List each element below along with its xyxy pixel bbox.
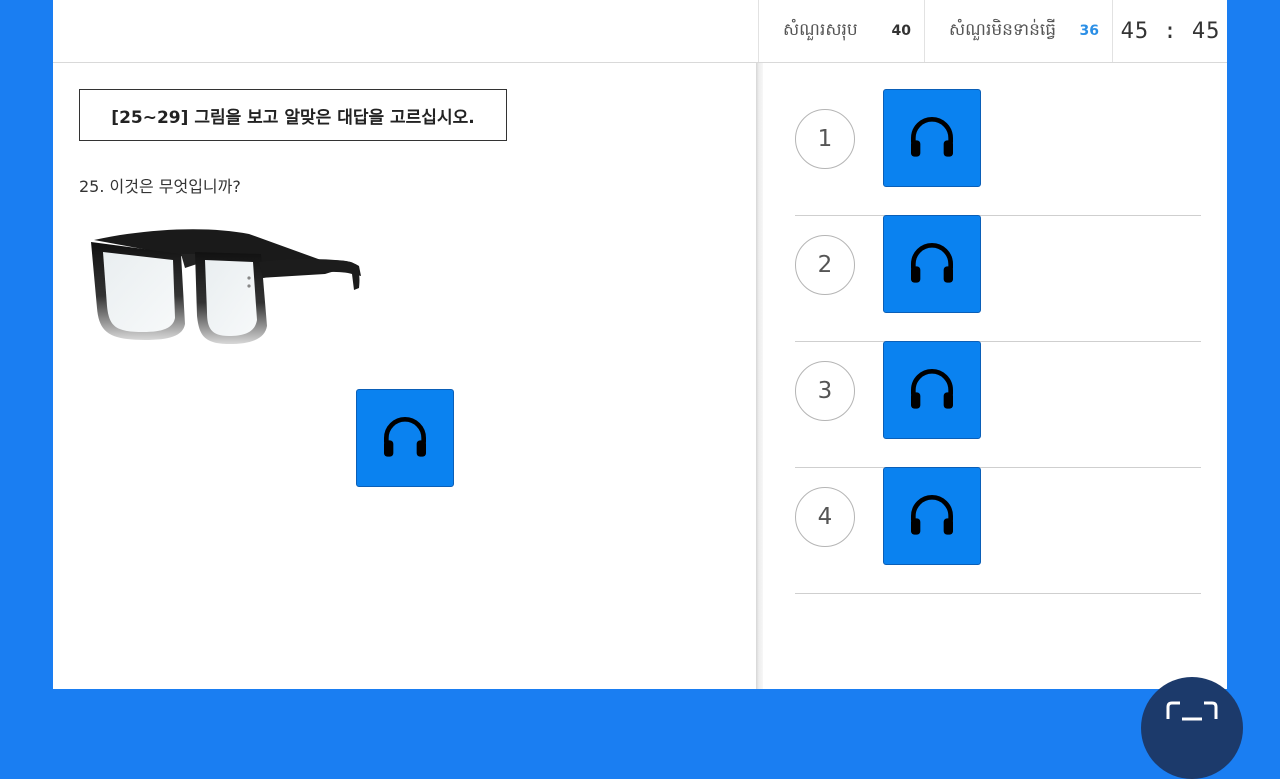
- instruction-box: [25~29] 그림을 보고 알맞은 대답을 고르십시오.: [79, 89, 507, 141]
- headphones-icon: [384, 417, 426, 457]
- option-number-button[interactable]: 1: [795, 109, 855, 169]
- option-4-audio-button[interactable]: [883, 467, 981, 565]
- headphones-icon: [911, 243, 953, 283]
- eyeglasses-image: [91, 229, 361, 344]
- answer-option-2: 2: [795, 215, 1201, 342]
- unanswered-count: 36: [1079, 23, 1099, 39]
- unanswered-label: សំណួរមិនទាន់ធ្វើ: [949, 19, 1057, 40]
- total-questions-count: 40: [891, 23, 911, 39]
- top-bar: សំណួរសរុប 40 សំណួរមិនទាន់ធ្វើ 36 45 : 45: [53, 0, 1227, 63]
- headphones-icon: [911, 117, 953, 157]
- option-3-audio-button[interactable]: [883, 341, 981, 439]
- exam-frame: សំណួរសរុប 40 សំណួរមិនទាន់ធ្វើ 36 45 : 45…: [53, 0, 1227, 689]
- option-2-audio-button[interactable]: [883, 215, 981, 313]
- timer-text: 45 : 45: [1120, 18, 1221, 44]
- option-number-button[interactable]: 3: [795, 361, 855, 421]
- countdown-timer: 45 : 45: [1112, 0, 1228, 62]
- total-questions-label: សំណួរសរុប: [783, 19, 858, 40]
- headphones-icon: [911, 495, 953, 535]
- answer-option-1: 1: [795, 89, 1201, 216]
- headphones-icon: [911, 369, 953, 409]
- answer-option-4: 4: [795, 467, 1201, 594]
- option-number-button[interactable]: 4: [795, 487, 855, 547]
- pane-divider: [756, 63, 763, 689]
- total-questions: សំណួរសរុប 40: [758, 0, 925, 62]
- answer-option-3: 3: [795, 341, 1201, 468]
- question-pane: [25~29] 그림을 보고 알맞은 대답을 고르십시오. 25. 이것은 무엇…: [53, 63, 756, 689]
- option-number-button[interactable]: 2: [795, 235, 855, 295]
- unanswered-questions: សំណួរមិនទាន់ធ្វើ 36: [924, 0, 1113, 62]
- answer-pane: 1 2 3 4: [763, 63, 1227, 689]
- option-1-audio-button[interactable]: [883, 89, 981, 187]
- scan-icon: [1166, 701, 1218, 721]
- question-text: 25. 이것은 무엇입니까?: [79, 177, 241, 196]
- question-audio-button[interactable]: [356, 389, 454, 487]
- floating-scan-button[interactable]: [1141, 677, 1243, 779]
